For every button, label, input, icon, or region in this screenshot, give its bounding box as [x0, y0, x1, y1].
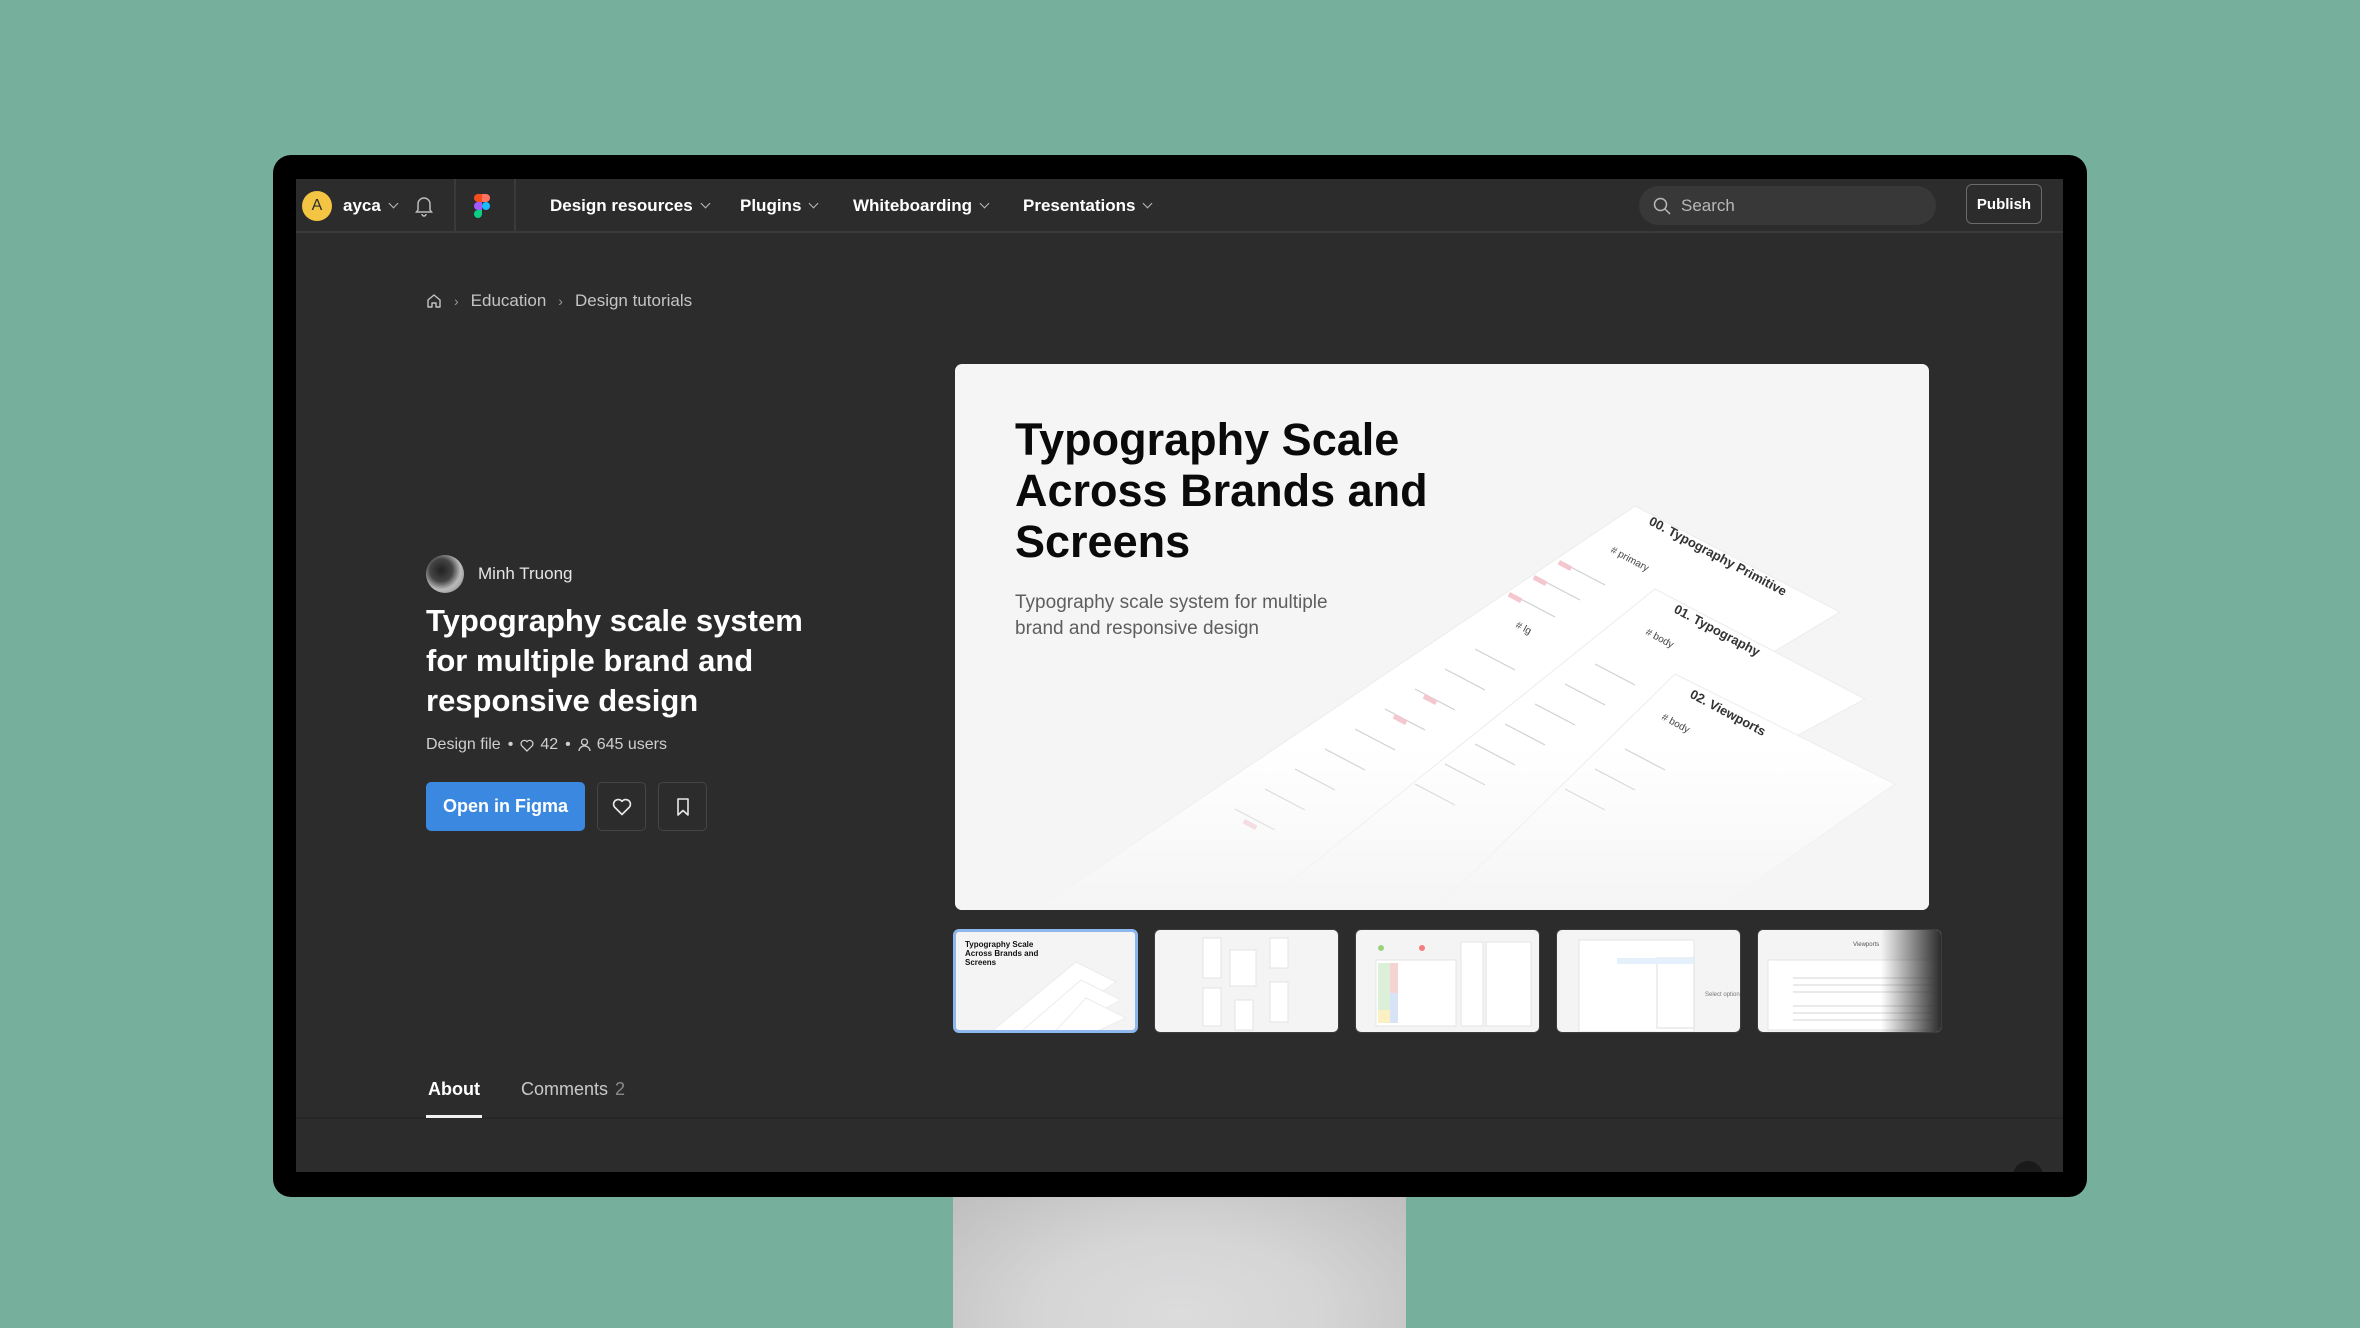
chevron-down-icon	[808, 198, 819, 209]
tab-comments[interactable]: Comments 2	[521, 1059, 625, 1119]
menu-presentations[interactable]: Presentations	[1023, 179, 1153, 233]
author-name[interactable]: Minh Truong	[478, 564, 573, 584]
chevron-down-icon	[979, 198, 990, 209]
menu-whiteboarding[interactable]: Whiteboarding	[853, 179, 990, 233]
publish-button[interactable]: Publish	[1966, 184, 2042, 224]
chevron-down-icon	[700, 198, 711, 209]
thumbnail-5[interactable]: Viewports	[1757, 929, 1942, 1033]
help-button[interactable]	[2013, 1161, 2043, 1172]
menu-label: Design resources	[550, 196, 693, 215]
tab-about[interactable]: About	[428, 1059, 480, 1119]
users-count: 645 users	[596, 736, 667, 753]
figma-logo-icon	[474, 194, 490, 218]
menu-plugins[interactable]: Plugins	[740, 179, 819, 233]
file-preview-image[interactable]: 00. Typography Primitive # primary 01. T…	[955, 364, 1929, 910]
bookmark-button[interactable]	[658, 782, 707, 831]
breadcrumb: › Education › Design tutorials	[426, 291, 692, 311]
separator-dot: •	[507, 736, 514, 753]
nav-divider	[514, 179, 516, 233]
file-meta: Design file • 42 • 645 users	[426, 736, 667, 754]
chevron-right-icon: ›	[454, 293, 459, 309]
active-tab-indicator	[426, 1115, 482, 1118]
breadcrumb-education[interactable]: Education	[471, 291, 547, 311]
thumbnail-token-table	[1375, 941, 1532, 1027]
heart-icon	[612, 798, 631, 815]
menu-label: Plugins	[740, 196, 802, 215]
open-in-figma-button[interactable]: Open in Figma	[426, 782, 585, 831]
like-button[interactable]	[597, 782, 646, 831]
thumbnail-scroll-fade	[1881, 930, 1941, 1032]
notifications-button[interactable]	[414, 179, 434, 233]
menu-label: Presentations	[1023, 196, 1136, 215]
bookmark-icon	[676, 797, 689, 816]
user-name[interactable]: ayca	[343, 196, 381, 216]
preview-subtitle: Typography scale system for multiple bra…	[1015, 592, 1328, 639]
user-menu[interactable]: A ayca	[302, 179, 399, 233]
thumbnail-strip: Typography Scale Across Brands and Scree…	[953, 929, 1942, 1033]
thumbnail-3[interactable]	[1355, 929, 1540, 1033]
content-tabs: About Comments 2	[296, 1059, 2063, 1119]
chevron-down-icon	[388, 198, 399, 209]
top-navbar: A ayca Design resources Plugins Whiteboa…	[296, 179, 2063, 233]
preview-title: Typography Scale Across Brands and Scree…	[1015, 414, 1428, 567]
heart-icon	[520, 739, 534, 752]
thumbnail-variables-panel	[1202, 937, 1289, 1031]
figma-logo-button[interactable]	[474, 179, 490, 233]
thumbnail-2[interactable]	[1154, 929, 1339, 1033]
tab-label: Comments	[521, 1078, 609, 1099]
user-avatar[interactable]: A	[302, 191, 332, 221]
chevron-right-icon: ›	[558, 293, 563, 309]
thumbnail-sheets	[992, 961, 1128, 1030]
separator-dot: •	[565, 736, 571, 753]
user-icon	[578, 738, 591, 752]
author[interactable]: Minh Truong	[426, 555, 573, 593]
author-avatar[interactable]	[426, 555, 464, 593]
nav-divider	[454, 179, 456, 233]
search-icon	[1653, 197, 1671, 215]
thumbnail-label: Select options	[1705, 992, 1741, 998]
browser-screen: A ayca Design resources Plugins Whiteboa…	[296, 179, 2063, 1172]
thumbnail-1[interactable]: Typography Scale Across Brands and Scree…	[953, 929, 1138, 1033]
likes-count: 42	[540, 736, 559, 753]
breadcrumb-design-tutorials[interactable]: Design tutorials	[575, 291, 692, 311]
thumbnail-select-options: Select options	[1578, 939, 1741, 1032]
monitor-stand	[953, 1190, 1406, 1328]
thumbnail-4[interactable]: Select options	[1556, 929, 1741, 1033]
comments-count: 2	[615, 1078, 626, 1099]
file-title: Typography scale system for multiple bra…	[426, 603, 803, 718]
file-type: Design file	[426, 736, 501, 753]
menu-design-resources[interactable]: Design resources	[550, 179, 711, 233]
chevron-down-icon	[1142, 198, 1153, 209]
menu-label: Whiteboarding	[853, 196, 972, 215]
search-box[interactable]	[1639, 186, 1936, 225]
bell-icon	[415, 197, 433, 217]
thumbnail-label: Viewports	[1853, 942, 1879, 948]
home-icon[interactable]	[426, 293, 442, 309]
search-input[interactable]	[1681, 195, 1911, 216]
